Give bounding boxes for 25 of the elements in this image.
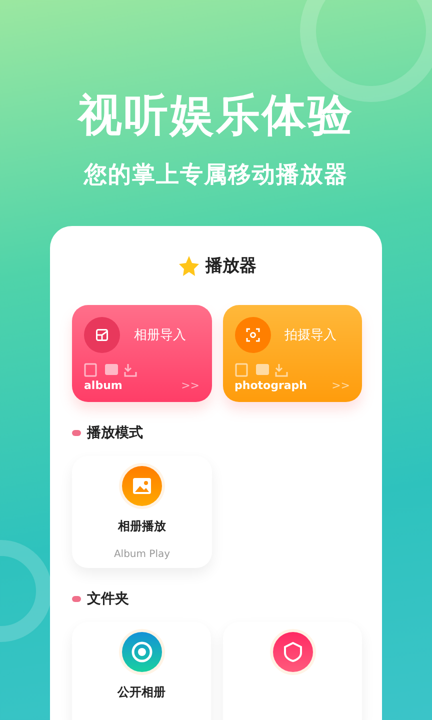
mode-card[interactable]: 相册播放 Album Play	[72, 456, 212, 568]
subtitle: 您的掌上专属移动播放器	[84, 161, 348, 190]
device-icons-drawing	[84, 363, 140, 377]
import-icon	[244, 326, 262, 344]
star-logo-icon	[178, 254, 200, 276]
import-caption: album	[84, 379, 122, 392]
card-sublabel: Album Play	[114, 549, 170, 560]
import-label: 相册导入	[134, 327, 186, 344]
mode-card[interactable]	[223, 622, 362, 720]
import-caption: photograph	[234, 379, 308, 392]
section-title: 播放模式	[87, 424, 143, 442]
headline: 视听娱乐体验	[78, 89, 354, 143]
ring-icon	[130, 641, 152, 663]
device-icons-drawing	[234, 363, 290, 377]
section-title: 文件夹	[87, 590, 129, 608]
arrow-text: >>	[181, 379, 200, 392]
mode-card[interactable]: 公开相册	[72, 622, 211, 720]
arrow-text: >>	[332, 379, 350, 392]
import-icon	[93, 326, 111, 344]
picture-icon	[133, 478, 151, 494]
shield-icon	[284, 642, 302, 662]
app-title: 播放器	[206, 255, 256, 277]
card-label: 相册播放	[118, 518, 166, 535]
card-label: 公开相册	[118, 684, 166, 701]
import-label: 拍摄导入	[284, 327, 336, 344]
